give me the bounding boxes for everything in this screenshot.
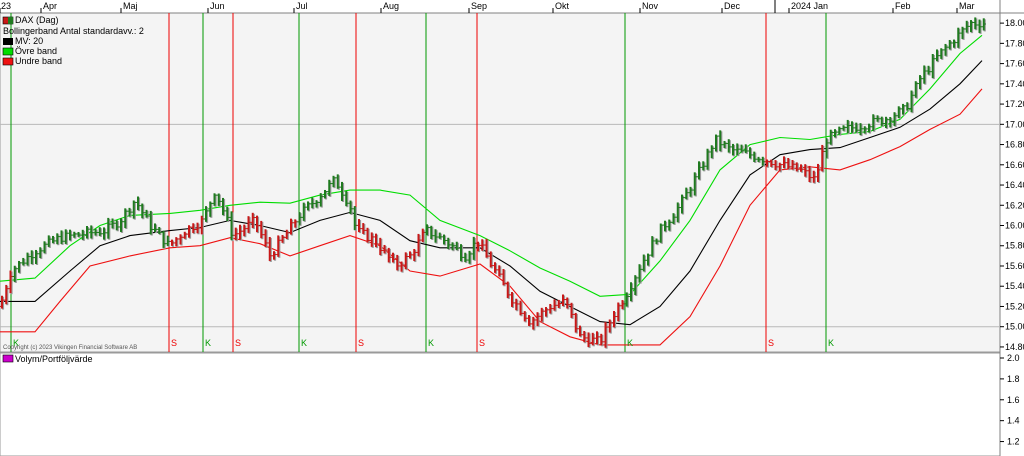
legend-lower-swatch [2,57,14,66]
y-tick-label: 15.20' [1005,301,1024,311]
volume-panel-background [0,352,1001,456]
month-label: Jul [296,1,308,11]
price-panel-background [0,12,1001,353]
y-tick-label: 15.60' [1005,261,1024,271]
legend-mv-swatch [3,38,13,45]
month-label: Mar [959,1,975,11]
y-tick-label: 17.40' [1005,79,1024,89]
y-tick-label: 14.80' [1005,342,1024,352]
copyright-text: Copyright (c) 2023 Vikingen Financial So… [3,345,137,351]
signal-label: K [627,338,633,348]
legend-volume-label: Volym/Portföljvärde [15,354,93,364]
chart-root: 23 Apr Maj Jun Jul Aug Sep Okt Nov Dec 2024 Jan Feb… [0,0,1024,456]
signal-label: S [479,338,485,348]
signal-label: S [358,338,364,348]
y-tick-label: 17.80' [1005,38,1024,48]
y-tick-label: 16.00' [1005,221,1024,231]
y-tick-label: 16.60' [1005,160,1024,170]
y-tick-label: 16.80' [1005,140,1024,150]
y-tick-label: 17.00' [1005,119,1024,129]
signal-label: K [205,338,211,348]
legend-upper-label: Övre band [15,46,57,56]
legend-dax-label: DAX (Dag) [15,15,59,25]
y-tick-label: 15.40' [1005,281,1024,291]
month-label: Dec [724,1,741,11]
y-tick-label: 18.00' [1005,18,1024,28]
volume-y-tick-label: 2.0 [1007,353,1020,363]
signal-label: K [428,338,434,348]
month-label: 2024 Jan [791,1,828,11]
y-tick-label: 16.40' [1005,180,1024,190]
volume-y-tick-label: 1.6 [1007,395,1020,405]
legend-dax-swatch-up [8,17,13,24]
month-label: Apr [43,1,57,11]
month-label: Aug [383,1,399,11]
month-label: Feb [895,1,911,11]
signal-label: K [828,338,834,348]
y-tick-label: 15.80' [1005,241,1024,251]
legend-lower-label: Undre band [15,56,62,66]
month-label: Maj [123,1,138,11]
legend-volume-swatch [2,354,14,363]
legend-mv-label: MV: 20 [15,36,43,46]
month-label: Sep [471,1,487,11]
signal-label: S [768,338,774,348]
signal-label: K [301,338,307,348]
y-tick-label: 17.20' [1005,99,1024,109]
y-tick-label: 17.60' [1005,59,1024,69]
volume-y-tick-label: 1.8 [1007,374,1020,384]
volume-y-tick-label: 1.4 [1007,416,1020,426]
month-label: 23 [1,1,11,11]
y-tick-label: 16.20' [1005,200,1024,210]
legend-bollinger-label: Bollingerband Antal standardavv.: 2 [3,26,144,36]
month-label: Nov [642,1,659,11]
legend-upper-swatch [2,47,14,56]
signal-label: S [171,338,177,348]
y-tick-label: 15.00' [1005,322,1024,332]
month-label: Okt [555,1,570,11]
volume-y-tick-label: 1.2 [1007,437,1020,447]
month-label: Jun [210,1,225,11]
signal-label: S [235,338,241,348]
volume-legend: Volym/Portföljvärde [2,354,93,364]
